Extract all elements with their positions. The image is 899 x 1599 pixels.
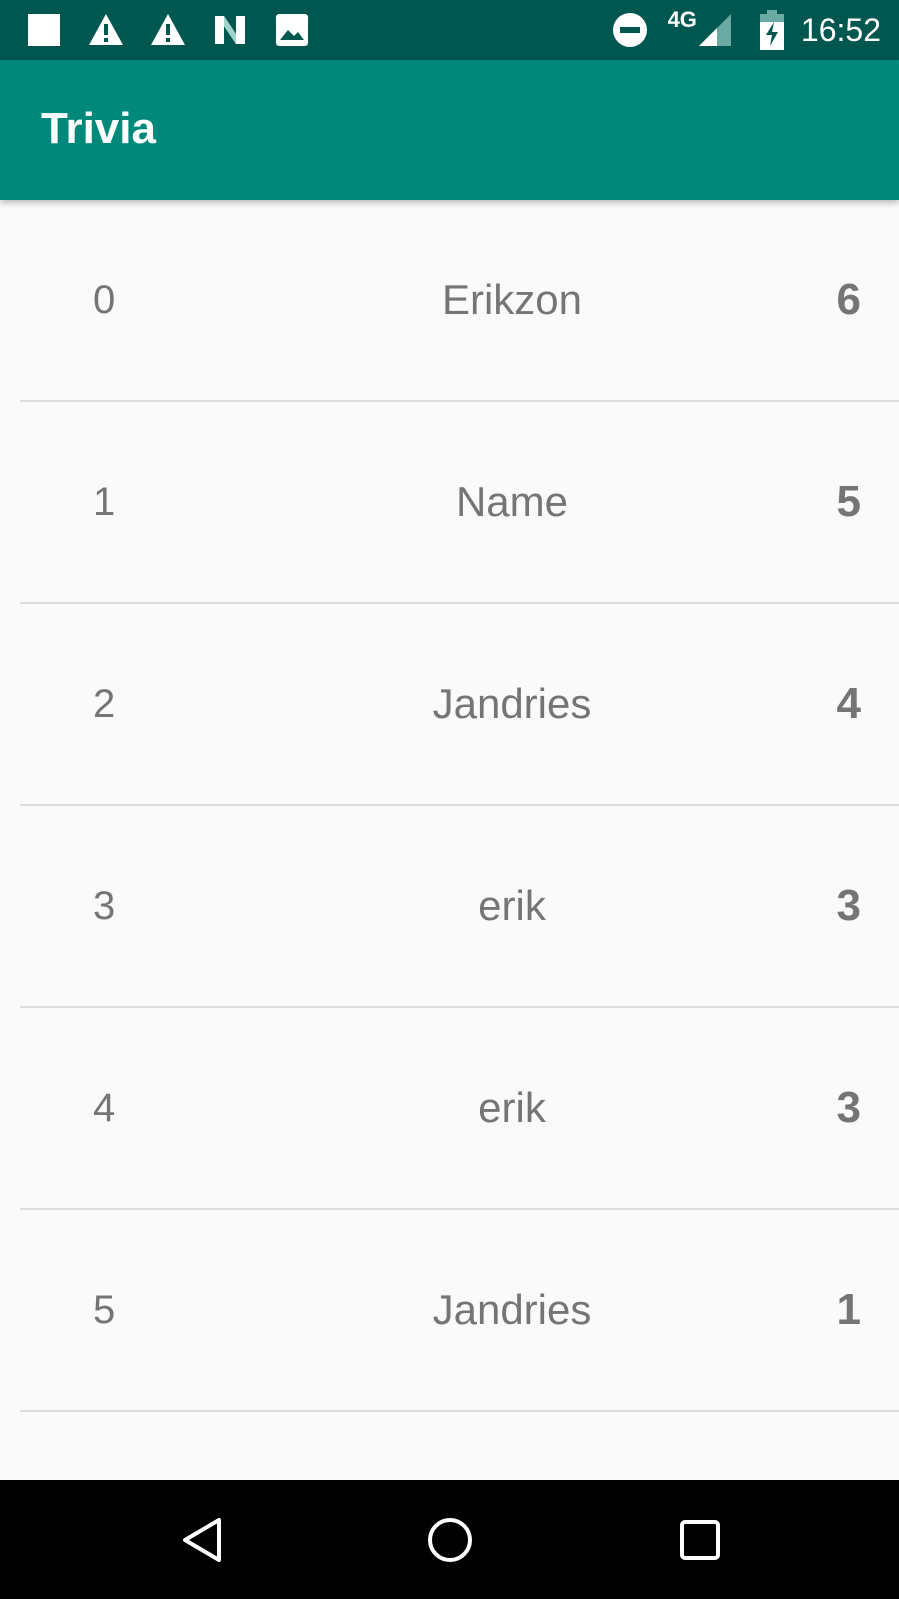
player-score: 1 — [836, 1285, 861, 1334]
player-name: Name — [455, 478, 569, 525]
app-title: Trivia — [41, 104, 156, 153]
rank-index: 4 — [93, 1086, 116, 1130]
rank-index: 5 — [93, 1288, 116, 1332]
status-bar-system: 4G 16:52 — [612, 7, 881, 52]
app-bar: Trivia — [0, 60, 899, 200]
player-name: erik — [478, 882, 546, 929]
list-item[interactable]: 2 Jandries 4 — [0, 604, 899, 806]
list-item[interactable]: 4 erik 3 — [0, 1008, 899, 1210]
recents-button[interactable] — [640, 1480, 760, 1599]
battery-charging-icon — [759, 10, 784, 50]
square-notification-icon — [28, 14, 60, 46]
player-name: Erikzon — [441, 276, 583, 323]
list-item[interactable]: 1 Name 5 — [0, 402, 899, 604]
navigation-bar — [0, 1480, 899, 1599]
divider — [20, 1410, 899, 1412]
warning-icon — [89, 14, 123, 45]
n-logo-icon — [215, 16, 245, 44]
list-item[interactable]: 3 erik 3 — [0, 806, 899, 1008]
rank-index: 2 — [93, 682, 116, 726]
recents-icon — [680, 1519, 720, 1560]
list-item[interactable]: 5 Jandries 1 — [0, 1210, 899, 1412]
do-not-disturb-icon — [612, 13, 647, 47]
warning-icon — [151, 14, 185, 45]
image-icon — [276, 14, 308, 46]
status-bar: 4G 16:52 — [0, 0, 899, 60]
rank-index: 1 — [93, 480, 116, 524]
rank-index: 3 — [93, 884, 116, 928]
player-name: Jandries — [432, 680, 592, 727]
player-score: 5 — [836, 477, 861, 526]
network-type: 4G — [667, 7, 697, 32]
player-name: erik — [478, 1084, 546, 1131]
home-button[interactable] — [390, 1480, 510, 1599]
back-icon — [183, 1517, 221, 1562]
home-icon — [428, 1517, 472, 1562]
player-score: 3 — [836, 1083, 861, 1132]
player-name: Jandries — [432, 1286, 592, 1333]
score-list[interactable]: 0 Erikzon 6 1 Name 5 2 Jandries 4 3 erik… — [0, 200, 899, 1480]
status-time: 16:52 — [800, 11, 881, 48]
list-item[interactable]: 0 Erikzon 6 — [0, 200, 899, 402]
player-score: 3 — [836, 881, 861, 930]
rank-index: 0 — [93, 278, 116, 322]
back-button[interactable] — [142, 1480, 262, 1599]
player-score: 4 — [836, 679, 861, 728]
signal-icon — [698, 14, 731, 46]
player-score: 6 — [836, 275, 861, 324]
status-bar-notifications — [26, 12, 310, 48]
